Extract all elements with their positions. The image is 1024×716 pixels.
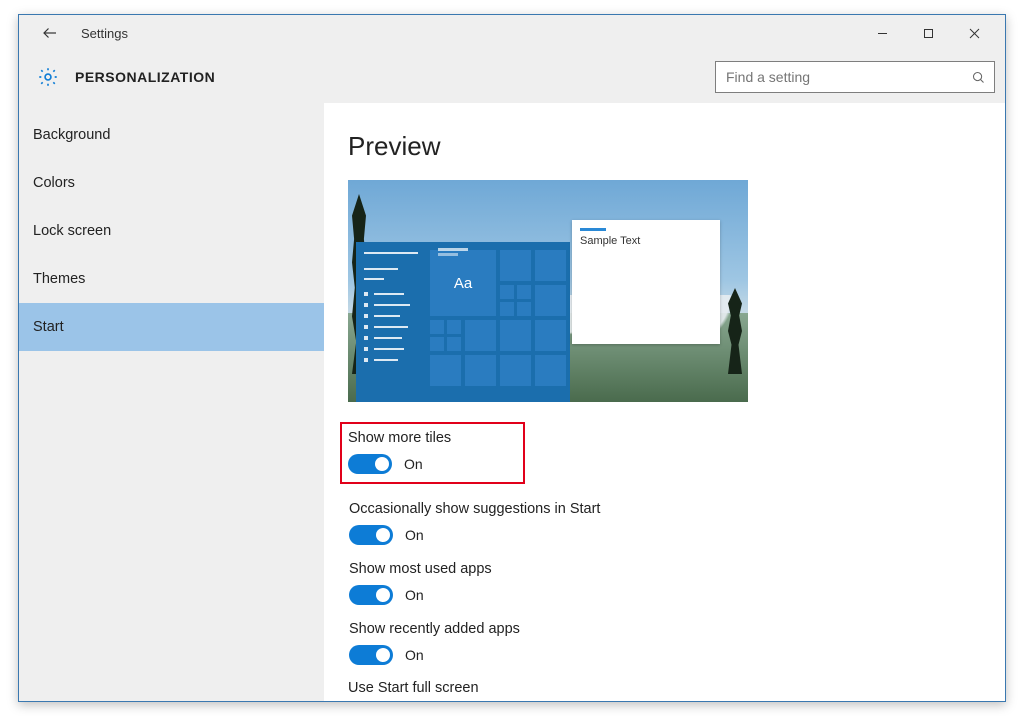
back-button[interactable] bbox=[37, 20, 63, 46]
sidebar: Background Colors Lock screen Themes Sta… bbox=[19, 103, 324, 701]
sidebar-item-label: Start bbox=[33, 319, 64, 335]
sidebar-item-label: Themes bbox=[33, 271, 85, 287]
toggle-recently-added-apps[interactable] bbox=[349, 645, 393, 665]
sidebar-item-label: Colors bbox=[33, 175, 75, 191]
minimize-icon bbox=[877, 28, 888, 39]
settings-gear-icon bbox=[33, 62, 63, 92]
sidebar-item-colors[interactable]: Colors bbox=[19, 159, 324, 207]
sidebar-item-start[interactable]: Start bbox=[19, 303, 324, 351]
setting-show-more-tiles: Show more tiles On bbox=[340, 422, 525, 484]
search-icon bbox=[971, 70, 986, 85]
toggle-show-more-tiles[interactable] bbox=[348, 454, 392, 474]
sidebar-item-label: Background bbox=[33, 127, 110, 143]
toggle-state: On bbox=[405, 587, 424, 603]
window-controls bbox=[859, 18, 997, 48]
setting-use-start-full-screen-truncated: Use Start full screen bbox=[348, 680, 981, 696]
setting-label: Occasionally show suggestions in Start bbox=[349, 501, 980, 517]
back-arrow-icon bbox=[41, 24, 59, 42]
search-input[interactable] bbox=[726, 69, 971, 85]
preview-heading: Preview bbox=[348, 131, 981, 162]
start-menu-mock: Aa bbox=[356, 242, 570, 402]
start-preview: Aa bbox=[348, 180, 748, 402]
sidebar-item-label: Lock screen bbox=[33, 223, 111, 239]
setting-label: Show recently added apps bbox=[349, 621, 980, 637]
setting-suggestions-in-start: Occasionally show suggestions in Start O… bbox=[348, 500, 981, 546]
close-button[interactable] bbox=[951, 18, 997, 48]
toggle-suggestions-in-start[interactable] bbox=[349, 525, 393, 545]
setting-label: Show most used apps bbox=[349, 561, 980, 577]
sidebar-item-lock-screen[interactable]: Lock screen bbox=[19, 207, 324, 255]
toggle-state: On bbox=[404, 456, 423, 472]
preview-aa-tile: Aa bbox=[430, 250, 496, 316]
window-title: Settings bbox=[81, 26, 128, 41]
preview-sample-window: Sample Text bbox=[572, 220, 720, 344]
main-panel: Preview bbox=[324, 103, 1005, 701]
setting-most-used-apps: Show most used apps On bbox=[348, 560, 981, 606]
maximize-icon bbox=[923, 28, 934, 39]
search-box[interactable] bbox=[715, 61, 995, 93]
close-icon bbox=[969, 28, 980, 39]
setting-label: Show more tiles bbox=[348, 430, 517, 446]
titlebar: Settings bbox=[19, 15, 1005, 51]
maximize-button[interactable] bbox=[905, 18, 951, 48]
header-row: PERSONALIZATION bbox=[19, 51, 1005, 103]
minimize-button[interactable] bbox=[859, 18, 905, 48]
body-area: Background Colors Lock screen Themes Sta… bbox=[19, 103, 1005, 701]
sidebar-item-themes[interactable]: Themes bbox=[19, 255, 324, 303]
page-title: PERSONALIZATION bbox=[75, 69, 215, 85]
preview-sample-text: Sample Text bbox=[580, 235, 720, 247]
toggle-most-used-apps[interactable] bbox=[349, 585, 393, 605]
settings-window: Settings PERSONALIZATION bbox=[18, 14, 1006, 702]
toggle-state: On bbox=[405, 527, 424, 543]
sidebar-item-background[interactable]: Background bbox=[19, 111, 324, 159]
toggle-state: On bbox=[405, 647, 424, 663]
setting-recently-added-apps: Show recently added apps On bbox=[348, 620, 981, 666]
